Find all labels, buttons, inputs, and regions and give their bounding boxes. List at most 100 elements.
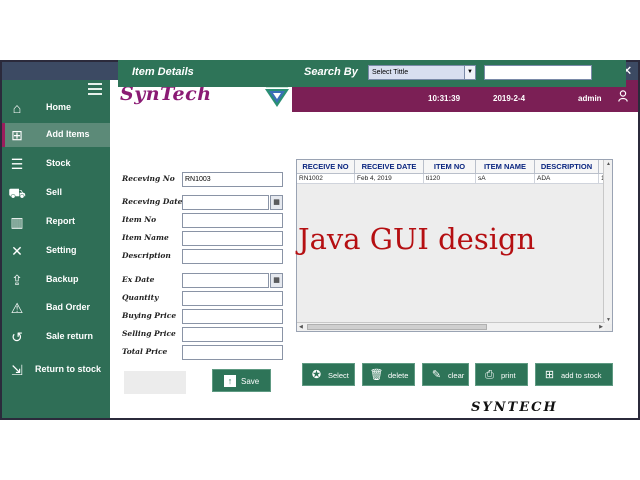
vertical-scrollbar[interactable]: ▲ ▼ [603,160,612,324]
save-button-label: Save [241,377,260,386]
sidebar-item-label: Setting [46,245,77,255]
table-cell: sA [476,174,535,184]
sidebar-item-label: Backup [46,274,79,284]
sidebar-item-sell[interactable]: ⛟ Sell [2,181,110,205]
search-select-value: Select Tittle [372,69,409,76]
sidebar: ⌂ Home ⊞ Add Items ☰ Stock ⛟ Sell ▥ Report ✕ Settin… [2,80,110,418]
description-field[interactable] [182,249,283,264]
selling-price-field[interactable] [182,327,283,342]
buying-price-field[interactable] [182,309,283,324]
sidebar-item-label: Add Items [46,129,90,139]
star-circle-icon: ✪ [311,369,322,381]
horizontal-scrollbar[interactable]: ◀ ▶ [297,322,605,331]
quantity-field[interactable] [182,291,283,306]
sidebar-item-label: Bad Order [46,302,91,312]
search-by-select[interactable]: Select Tittle ▼ [368,65,476,80]
item-name-label: Item Name [122,233,169,242]
sidebar-item-stock[interactable]: ☰ Stock [2,152,110,176]
button-label: print [501,371,516,380]
warning-icon: ⚠ [10,300,24,316]
sidebar-item-sale-return[interactable]: ↺ Sale return [2,325,110,349]
sidebar-item-label: Return to stock [35,364,102,374]
calendar-icon[interactable]: ▦ [270,195,283,210]
button-label: delete [388,371,409,380]
return-icon: ⇲ [11,362,23,378]
home-icon: ⌂ [12,100,22,116]
scroll-left-icon[interactable]: ◀ [299,324,303,330]
image-placeholder [124,371,186,394]
selling-price-label: Selling Price [122,329,176,338]
ex-date-field[interactable] [182,273,269,288]
delete-button[interactable]: 🗑 delete [362,363,415,386]
user-icon[interactable] [618,90,628,102]
column-header[interactable]: RECEIVE NO [297,160,355,174]
save-button[interactable]: ↑ Save [212,369,271,392]
section-title: Item Details [132,66,194,78]
current-date: 2019-2-4 [493,94,526,103]
scrollbar-thumb[interactable] [307,324,487,330]
sidebar-item-label: Home [46,102,72,112]
sidebar-item-label: Report [46,216,75,226]
table-cell: Feb 4, 2019 [355,174,424,184]
column-header[interactable]: ITEM NAME [476,160,535,174]
table-cell: RN1002 [297,174,355,184]
clock-time: 10:31:39 [428,94,461,103]
clear-button[interactable]: ✎ clear [422,363,469,386]
item-no-label: Item No [122,215,157,224]
receving-no-label: Receving No [122,174,175,183]
table-row[interactable]: RN1002Feb 4, 2019ti120sAADA19 [297,174,605,184]
sidebar-item-setting[interactable]: ✕ Setting [2,239,110,263]
calendar-icon[interactable]: ▦ [270,273,283,288]
ex-date-label: Ex Date [122,275,155,284]
scroll-down-icon[interactable]: ▼ [606,317,611,323]
table-header: RECEIVE NO RECEIVE DATE ITEM NO ITEM NAME DE… [297,160,605,174]
chevron-down-icon[interactable]: ▼ [464,66,475,79]
hamburger-menu-icon[interactable] [88,83,102,95]
trash-icon: 🗑 [369,369,384,381]
sidebar-item-report[interactable]: ▥ Report [2,210,110,234]
wrench-icon: ✕ [11,243,23,259]
sidebar-item-bad-order[interactable]: ⚠ Bad Order [2,296,110,320]
add-box-icon: ⊞ [11,127,23,143]
footer-brand: SYNTECH [471,400,558,415]
column-header[interactable]: RECEIVE DATE [355,160,424,174]
search-input[interactable] [484,65,592,80]
column-header[interactable]: DESCRIPTION [535,160,599,174]
table-cell: ti120 [424,174,476,184]
item-no-field[interactable] [182,213,283,228]
item-name-field[interactable] [182,231,283,246]
upload-icon: ↑ [224,375,236,387]
sidebar-item-add-items[interactable]: ⊞ Add Items [2,123,110,147]
sidebar-item-return-to-stock[interactable]: ⇲ Return to stock [2,358,110,382]
print-button[interactable]: ⎙ print [475,363,528,386]
undo-icon: ↺ [11,329,23,345]
item-details-header: Item Details Search By Select Tittle ▼ [118,60,626,87]
bar-chart-icon: ▥ [10,214,24,230]
total-price-field[interactable] [182,345,283,360]
sidebar-item-backup[interactable]: ⇪ Backup [2,268,110,292]
select-button[interactable]: ✪ Select [302,363,355,386]
upload-icon: ⇪ [11,272,23,288]
buying-price-label: Buying Price [122,311,177,320]
total-price-label: Total Price [122,347,168,356]
scroll-up-icon[interactable]: ▲ [606,161,611,167]
description-label: Description [122,251,171,260]
button-label: clear [448,371,465,380]
overlay-caption: Java GUI design [298,222,536,256]
search-label: Search By [304,66,358,78]
printer-icon: ⎙ [485,369,494,381]
column-header[interactable]: ITEM NO [424,160,476,174]
receving-date-label: Receving Date [122,197,183,206]
username: admin [578,94,602,103]
receving-date-field[interactable] [182,195,269,210]
table-cell: ADA [535,174,599,184]
scroll-right-icon[interactable]: ▶ [599,324,603,330]
eraser-icon: ✎ [431,369,442,381]
sidebar-item-home[interactable]: ⌂ Home [2,96,110,120]
receving-no-field[interactable]: RN1003 [182,172,283,187]
add-to-stock-button[interactable]: ⊞ add to stock [535,363,613,386]
add-box-icon: ⊞ [544,369,555,381]
button-label: add to stock [561,371,602,380]
sidebar-item-label: Stock [46,158,71,168]
sidebar-item-label: Sell [46,187,63,197]
